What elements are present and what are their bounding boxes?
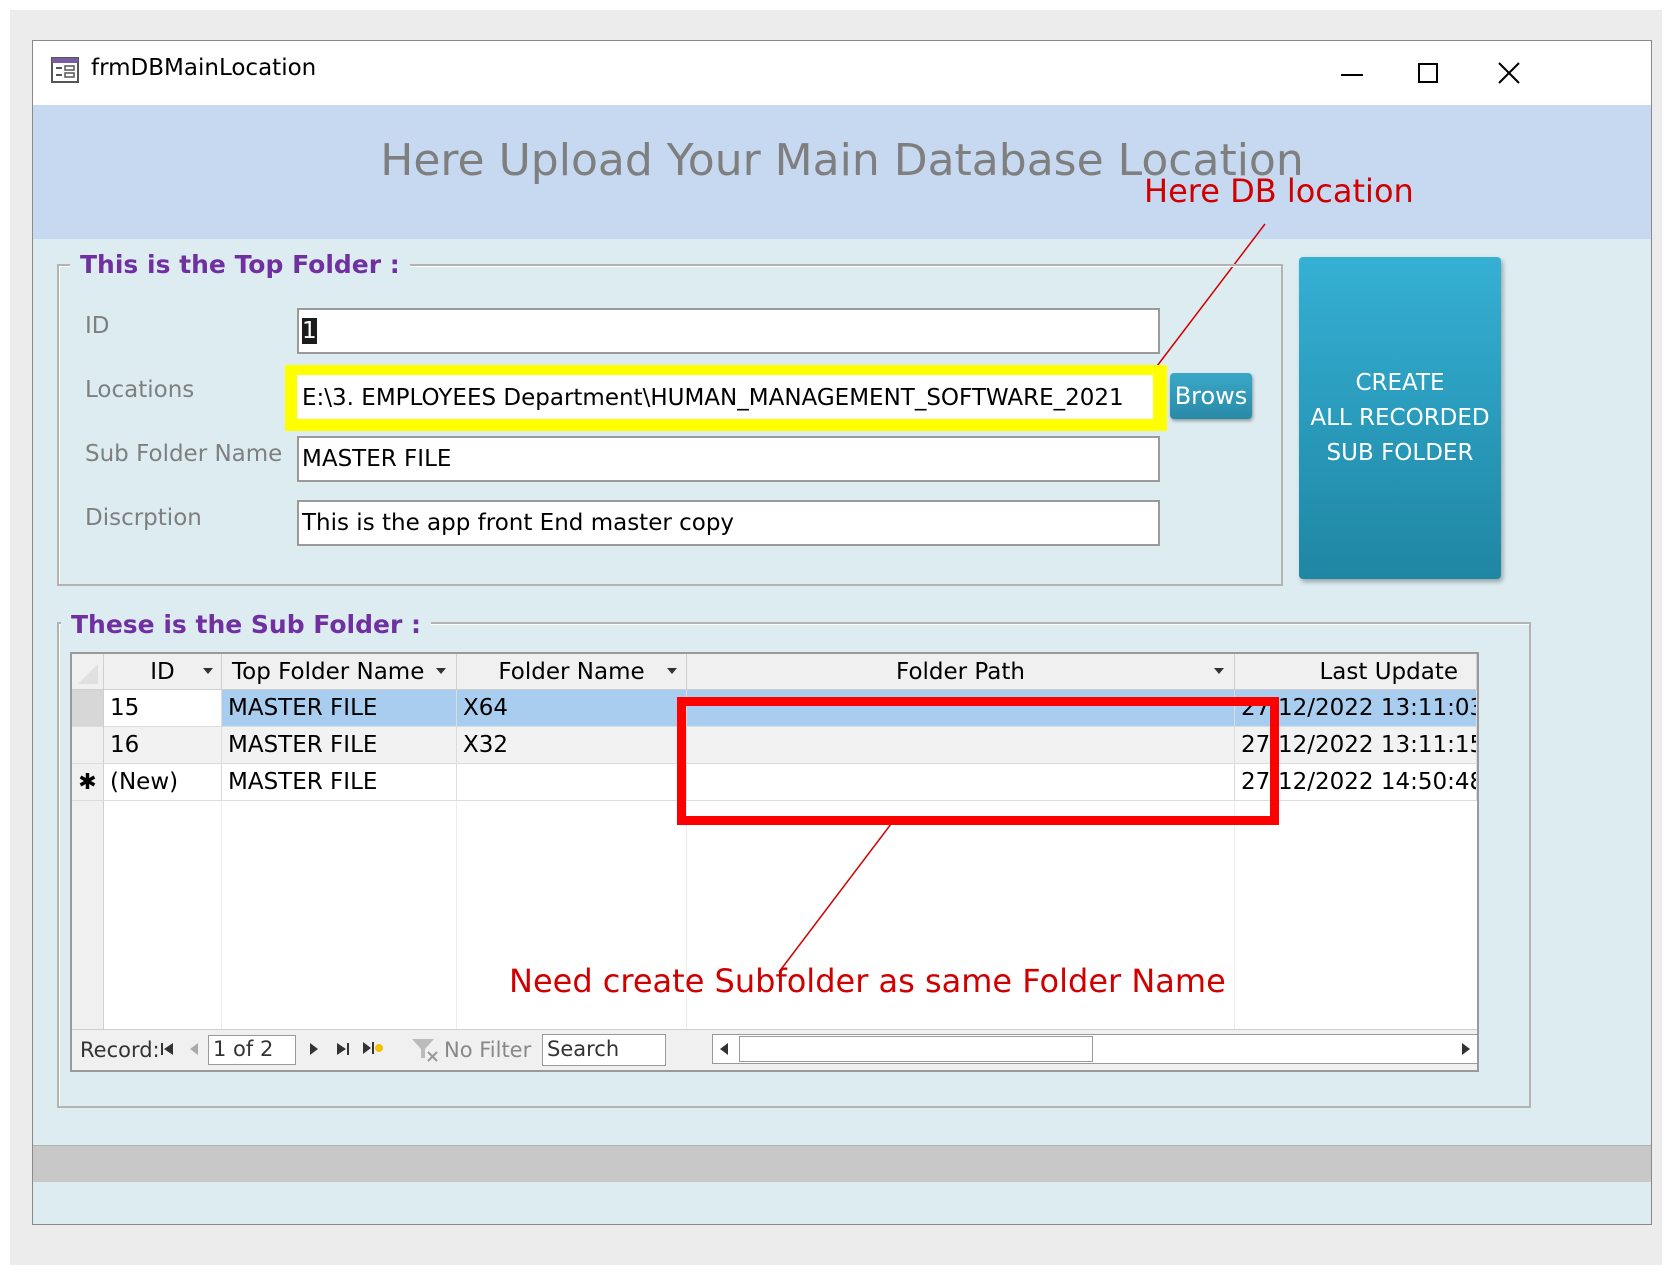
id-field[interactable]: 1: [297, 308, 1160, 354]
locations-label: Locations: [85, 377, 195, 403]
id-label: ID: [85, 313, 110, 339]
top-folder-group-title: This is the Top Folder :: [70, 250, 410, 279]
no-filter-label[interactable]: No Filter: [444, 1038, 531, 1062]
create-button-line2: ALL RECORDED: [1310, 404, 1490, 431]
create-button-line3: SUB FOLDER: [1326, 439, 1474, 466]
grid-divider: [456, 801, 457, 1030]
create-subfolders-button[interactable]: CREATE ALL RECORDED SUB FOLDER: [1299, 257, 1501, 579]
cell-folder-name[interactable]: X64: [457, 690, 687, 727]
column-header-top-folder-label: Top Folder Name: [232, 659, 425, 685]
new-record-marker-icon[interactable]: ✱: [72, 764, 104, 801]
folder-path-highlight: [677, 697, 1279, 825]
status-bar: [33, 1145, 1651, 1182]
id-field-value: 1: [302, 318, 317, 344]
cell-id[interactable]: 15: [104, 690, 222, 727]
last-record-icon[interactable]: [336, 1041, 350, 1057]
cell-top-folder[interactable]: MASTER FILE: [222, 764, 457, 801]
column-top-folder-dropdown-icon[interactable]: [436, 668, 446, 674]
close-icon[interactable]: [1475, 49, 1541, 97]
create-button-line1: CREATE: [1355, 369, 1445, 396]
minimize-icon[interactable]: [1319, 49, 1385, 97]
window-title: frmDBMainLocation: [91, 55, 317, 81]
cell-id[interactable]: 16: [104, 727, 222, 764]
locations-field[interactable]: E:\3. EMPLOYEES Department\HUMAN_MANAGEM…: [297, 375, 1153, 419]
column-header-top-folder-name[interactable]: Top Folder Name: [222, 654, 457, 690]
column-header-folder-name-label: Folder Name: [498, 659, 645, 685]
grid-divider: [221, 801, 222, 1030]
cell-top-folder[interactable]: MASTER FILE: [222, 690, 457, 727]
sub-folder-group-title: These is the Sub Folder :: [61, 610, 431, 639]
filter-icon[interactable]: [410, 1036, 440, 1064]
column-header-last-update[interactable]: Last Update: [1235, 654, 1477, 690]
search-input[interactable]: Search: [542, 1034, 666, 1066]
cell-folder-name[interactable]: [457, 764, 687, 801]
annotation-pointer-line-2: [778, 823, 892, 973]
brows-button[interactable]: Brows: [1170, 373, 1252, 419]
subfolder-name-field[interactable]: MASTER FILE: [297, 436, 1160, 482]
annotation-db-location: Here DB location: [1144, 172, 1414, 210]
column-header-folder-path-label: Folder Path: [896, 659, 1025, 685]
form-icon: [51, 57, 79, 83]
column-header-id[interactable]: ID: [104, 654, 222, 690]
first-record-icon[interactable]: [160, 1041, 174, 1057]
annotation-subfolder-note: Need create Subfolder as same Folder Nam…: [509, 962, 1226, 1000]
select-all-corner[interactable]: [72, 654, 104, 690]
row-selector-1[interactable]: [72, 690, 104, 727]
title-bar: frmDBMainLocation: [33, 41, 1651, 105]
record-label: Record:: [80, 1038, 160, 1062]
select-all-icon: [78, 664, 98, 684]
grid-divider: [1234, 801, 1235, 1030]
subfolder-name-label: Sub Folder Name: [85, 441, 283, 467]
scroll-right-icon[interactable]: [1459, 1041, 1473, 1057]
description-label: Discrption: [85, 505, 202, 531]
maximize-icon[interactable]: [1395, 49, 1461, 97]
horizontal-scrollbar[interactable]: [712, 1034, 1478, 1064]
cell-folder-name[interactable]: X32: [457, 727, 687, 764]
current-record-field[interactable]: 1 of 2: [208, 1035, 296, 1065]
cell-top-folder[interactable]: MASTER FILE: [222, 727, 457, 764]
column-header-folder-name[interactable]: Folder Name: [457, 654, 687, 690]
previous-record-icon[interactable]: [188, 1041, 200, 1057]
column-header-id-label: ID: [150, 659, 175, 685]
column-header-last-update-label: Last Update: [1319, 659, 1458, 685]
row-selector-empty: [72, 801, 104, 1030]
column-header-folder-path[interactable]: Folder Path: [687, 654, 1235, 690]
column-folder-name-dropdown-icon[interactable]: [667, 668, 677, 674]
cell-id[interactable]: (New): [104, 764, 222, 801]
column-folder-path-dropdown-icon[interactable]: [1214, 668, 1224, 674]
scrollbar-thumb[interactable]: [739, 1036, 1093, 1062]
new-record-icon[interactable]: [362, 1040, 384, 1058]
description-field[interactable]: This is the app front End master copy: [297, 500, 1160, 546]
row-selector-2[interactable]: [72, 727, 104, 764]
record-navigation-bar: Record: 1 of 2 No Filter Search: [72, 1029, 1478, 1070]
column-id-dropdown-icon[interactable]: [203, 668, 213, 674]
scroll-left-icon[interactable]: [717, 1041, 731, 1057]
next-record-icon[interactable]: [308, 1041, 320, 1057]
